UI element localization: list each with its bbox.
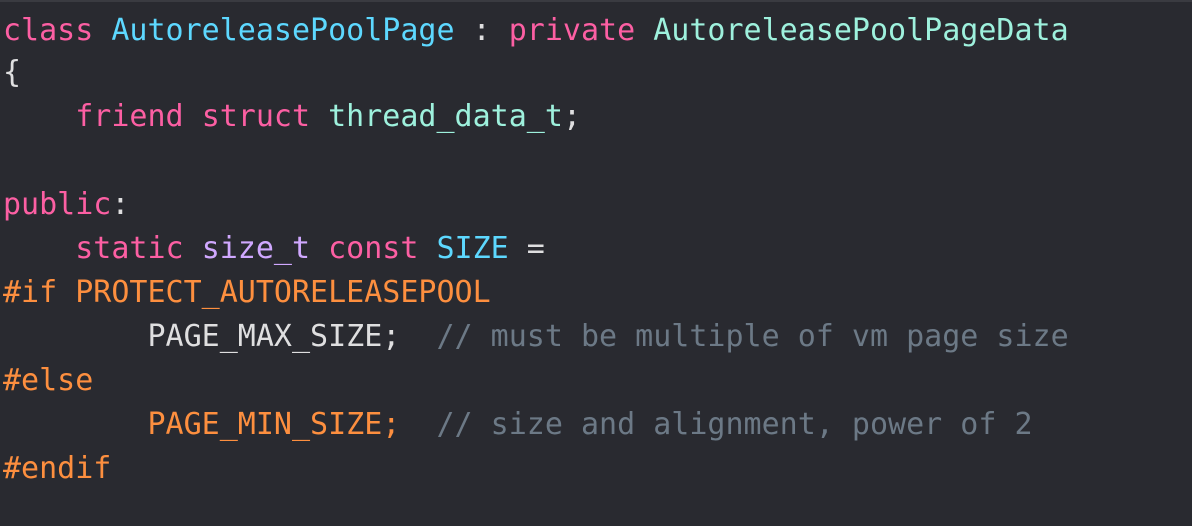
inheritance-colon: : (454, 13, 509, 48)
code-line-6: static size_t const SIZE = (3, 227, 545, 271)
keyword-public: public (3, 187, 112, 222)
type-size-t: size_t (201, 231, 311, 266)
open-brace: { (3, 55, 22, 90)
semicolon: ; (562, 99, 581, 134)
friend-type-name: thread_data_t (328, 99, 563, 134)
keyword-struct: struct (201, 99, 311, 134)
assignment-operator: = (508, 231, 545, 266)
preprocessor-if: #if PROTECT_AUTORELEASEPOOL (3, 275, 491, 310)
code-line-1: class AutoreleasePoolPage : private Auto… (3, 9, 1069, 53)
editor-top-border (0, 0, 1192, 2)
page-min-size: PAGE_MIN_SIZE; (147, 407, 401, 442)
constant-size: SIZE (436, 231, 509, 266)
class-name: AutoreleasePoolPage (111, 13, 455, 48)
preprocessor-endif: #endif (3, 451, 112, 486)
page-max-size: PAGE_MAX_SIZE; (147, 319, 401, 354)
code-line-10: PAGE_MIN_SIZE; // size and alignment, po… (3, 403, 1033, 447)
keyword-friend: friend (75, 99, 184, 134)
preprocessor-else: #else (3, 363, 94, 398)
keyword-class: class (3, 13, 94, 48)
code-line-11: #endif (3, 447, 111, 491)
access-colon: : (111, 187, 130, 222)
code-line-8: PAGE_MAX_SIZE; // must be multiple of vm… (3, 315, 1069, 359)
comment: // size and alignment, power of 2 (436, 407, 1033, 442)
comment: // must be multiple of vm page size (436, 319, 1069, 354)
code-line-5: public: (3, 183, 129, 227)
keyword-const: const (328, 231, 419, 266)
code-line-7: #if PROTECT_AUTORELEASEPOOL (3, 271, 491, 315)
keyword-static: static (75, 231, 184, 266)
code-editor[interactable]: class AutoreleasePoolPage : private Auto… (0, 0, 1192, 526)
code-line-2: { (3, 51, 21, 95)
code-line-9: #else (3, 359, 93, 403)
keyword-private: private (508, 13, 636, 48)
code-line-3: friend struct thread_data_t; (3, 95, 581, 139)
base-class-name: AutoreleasePoolPageData (653, 13, 1069, 48)
